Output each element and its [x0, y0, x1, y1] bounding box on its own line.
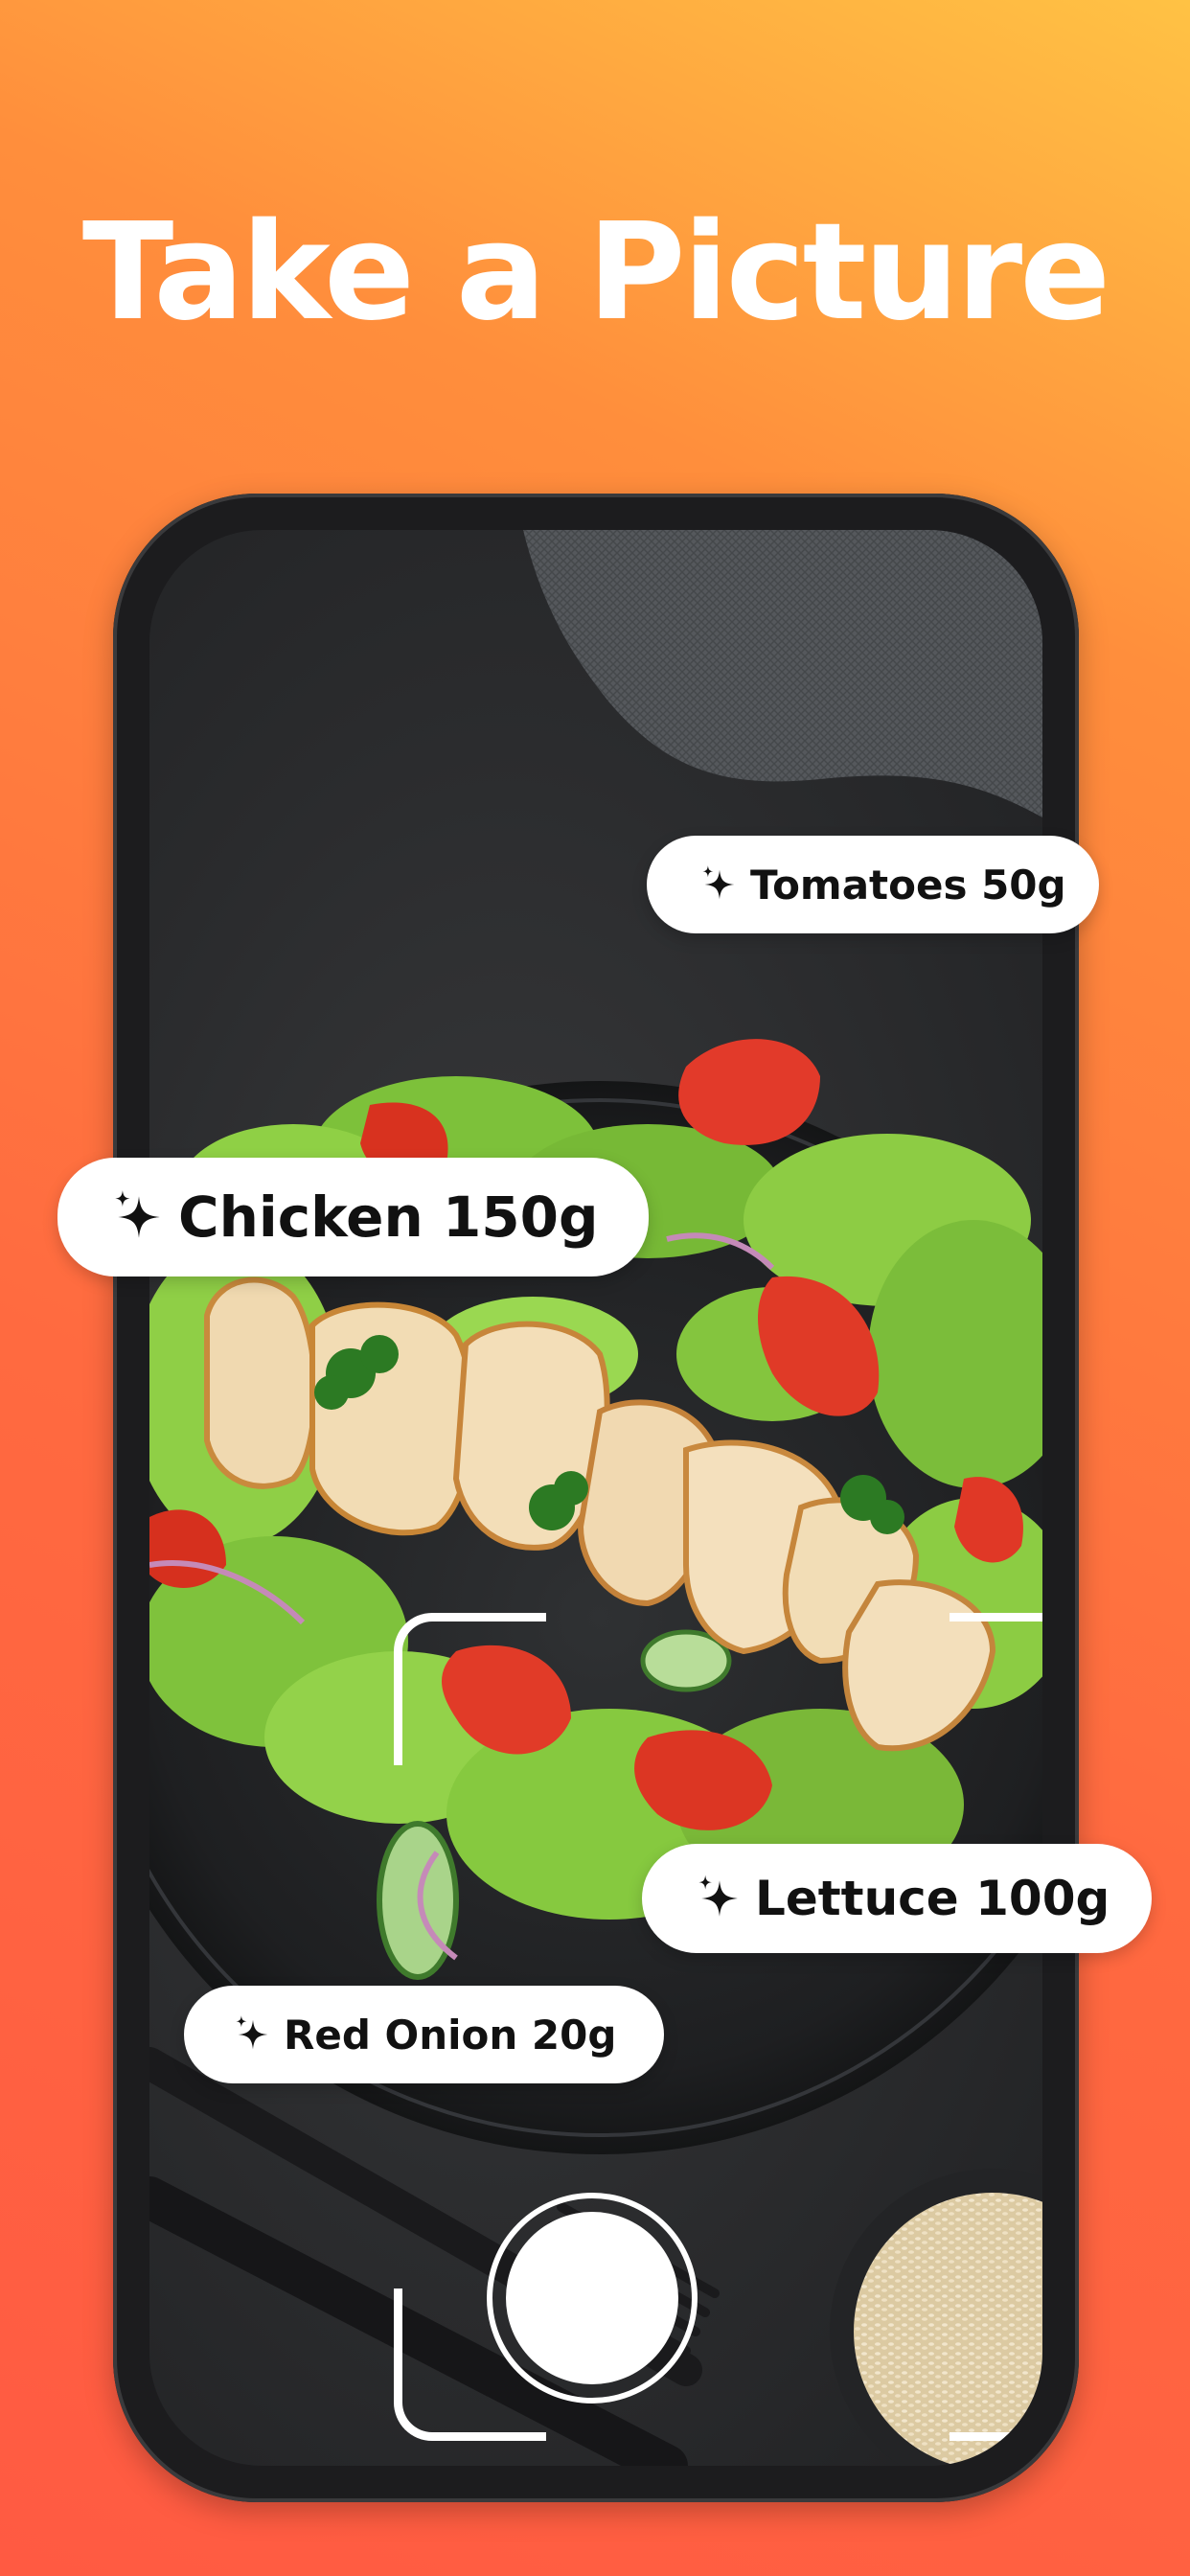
shutter-button[interactable] [487, 2193, 698, 2404]
sparkles-icon [115, 1190, 160, 1238]
detection-label: Lettuce 100g [755, 1871, 1110, 1926]
detection-label: Red Onion 20g [284, 2011, 617, 2058]
detection-tag-chicken: Chicken 150g [57, 1158, 649, 1276]
detection-tag-tomatoes: Tomatoes 50g [647, 836, 1099, 933]
napkin [523, 530, 1042, 817]
detection-label: Chicken 150g [178, 1184, 599, 1250]
scan-frame-corner-bottom-right [950, 2288, 1042, 2441]
headline: Take a Picture [81, 195, 1110, 351]
sparkles-icon [698, 1874, 738, 1917]
sparkles-icon [236, 2015, 268, 2050]
scan-frame-corner-top-left [394, 1613, 546, 1765]
shutter-button-inner[interactable] [506, 2212, 678, 2384]
camera-viewfinder [149, 530, 1042, 2466]
detection-tag-red-onion: Red Onion 20g [184, 1986, 665, 2083]
salad-photo [149, 530, 1042, 2466]
scan-frame-corner-top-right [950, 1613, 1042, 1765]
detection-label: Tomatoes 50g [750, 861, 1066, 908]
detection-tag-lettuce: Lettuce 100g [642, 1844, 1153, 1953]
sparkles-icon [702, 865, 735, 900]
